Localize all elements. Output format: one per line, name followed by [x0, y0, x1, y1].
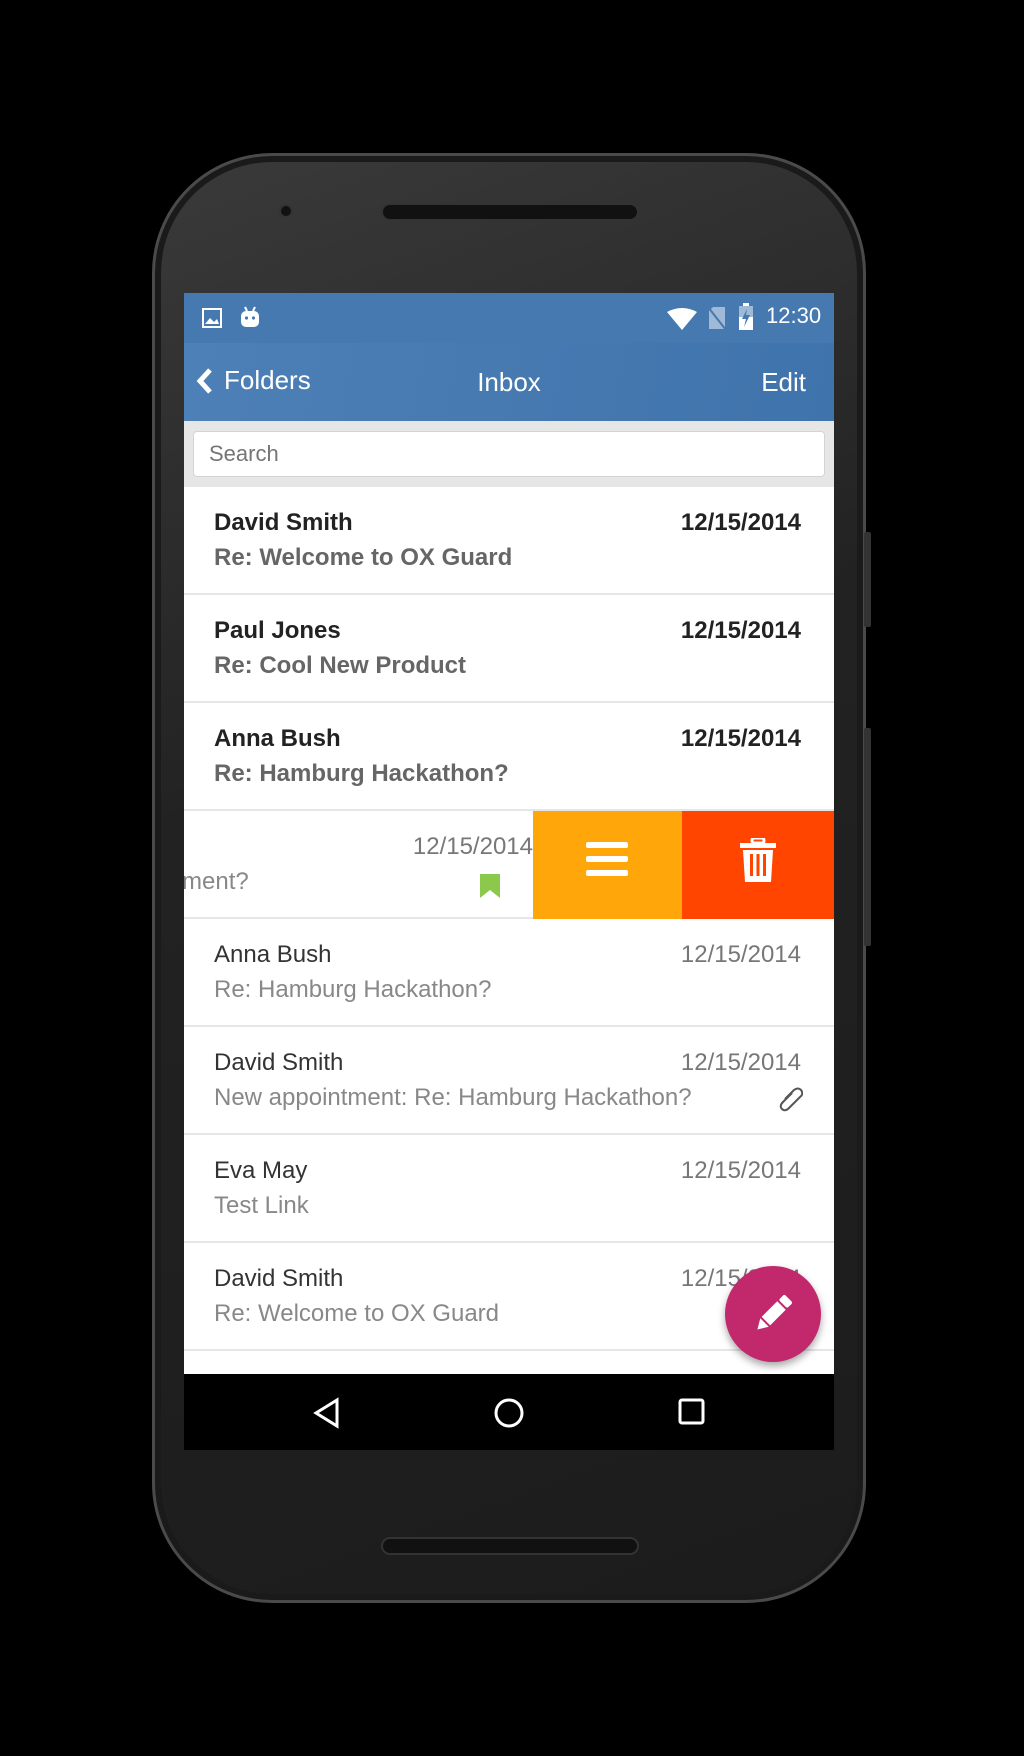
message-subject: Re: Hamburg Hackathon?: [214, 760, 509, 787]
back-label: Folders: [224, 365, 311, 395]
back-nav-icon[interactable]: [312, 1397, 342, 1429]
message-date: 12/15/2014: [680, 617, 801, 644]
message-row[interactable]: Anna Bush 12/15/2014 Re: Hamburg Hackath…: [184, 919, 834, 1027]
image-icon: [202, 308, 222, 328]
message-date: 12/15/2014: [680, 1049, 801, 1076]
bookmark-icon: [480, 874, 500, 898]
app-bar: Folders Inbox Edit: [184, 343, 834, 421]
status-time: 12:30: [766, 303, 822, 328]
message-date: 12/15/2014: [680, 1157, 801, 1184]
pencil-icon: [757, 1295, 792, 1330]
android-icon: [241, 306, 259, 327]
screen: 12:30 Folders Inbox Edit David Smith 12/…: [184, 293, 834, 1450]
swiped-message-content[interactable]: 12/15/2014 ment?: [184, 811, 533, 917]
trash-icon: [740, 838, 776, 882]
message-row[interactable]: Anna Bush 12/15/2014 Re: Hamburg Hackath…: [184, 703, 834, 811]
message-sender: David Smith: [214, 1049, 344, 1076]
message-subject: Test Link: [214, 1192, 309, 1219]
edit-button[interactable]: Edit: [761, 367, 806, 398]
message-sender: Anna Bush: [214, 941, 332, 968]
message-date: 12/15/2014: [680, 509, 801, 536]
message-subject: Re: Cool New Product: [214, 652, 467, 679]
message-row[interactable]: Eva May 12/15/2014 Test Link: [184, 1135, 834, 1243]
message-sender: Eva May: [214, 1157, 308, 1184]
volume-button[interactable]: [864, 728, 871, 946]
message-date: 12/15/2014: [680, 725, 801, 752]
chevron-left-icon: [196, 367, 212, 394]
message-subject: Re: Welcome to OX Guard: [214, 1300, 499, 1327]
navigation-bar: [184, 1374, 834, 1450]
wifi-icon: [667, 308, 697, 330]
message-subject: ment?: [184, 868, 249, 895]
message-sender: Paul Jones: [214, 617, 341, 644]
message-row[interactable]: David Smith 12/15/2014 New appointment: …: [184, 1027, 834, 1135]
top-speaker: [381, 203, 639, 221]
message-subject: New appointment: Re: Hamburg Hackathon?: [214, 1084, 692, 1111]
status-bar: 12:30: [184, 293, 834, 343]
message-row[interactable]: Paul Jones 12/15/2014 Re: Cool New Produ…: [184, 595, 834, 703]
message-subject: Re: Welcome to OX Guard: [214, 544, 513, 571]
menu-icon: [586, 842, 628, 876]
message-sender: David Smith: [214, 509, 353, 536]
recents-nav-icon[interactable]: [678, 1398, 706, 1426]
message-date: 12/15/2014: [680, 941, 801, 968]
paperclip-icon: [779, 1087, 803, 1112]
battery-charging-icon: [739, 303, 753, 330]
back-folders-button[interactable]: Folders: [194, 365, 311, 396]
message-date: 12/15/2014: [412, 833, 533, 860]
message-sender: Anna Bush: [214, 725, 341, 752]
front-camera: [279, 204, 293, 218]
delete-action-button[interactable]: [682, 811, 834, 919]
power-button[interactable]: [864, 532, 871, 627]
more-action-button[interactable]: [533, 811, 682, 919]
message-row[interactable]: 12/15/2014 ment?: [184, 811, 834, 919]
bottom-speaker: [381, 1537, 639, 1555]
message-row[interactable]: David Smith 12/15/2014 Re: Welcome to OX…: [184, 487, 834, 595]
search-input[interactable]: [193, 431, 825, 477]
search-bar: [184, 421, 834, 487]
compose-button[interactable]: [725, 1266, 821, 1362]
no-sim-icon: [707, 306, 727, 331]
home-nav-icon[interactable]: [493, 1397, 525, 1429]
message-subject: Re: Hamburg Hackathon?: [214, 976, 492, 1003]
message-sender: David Smith: [214, 1265, 344, 1292]
